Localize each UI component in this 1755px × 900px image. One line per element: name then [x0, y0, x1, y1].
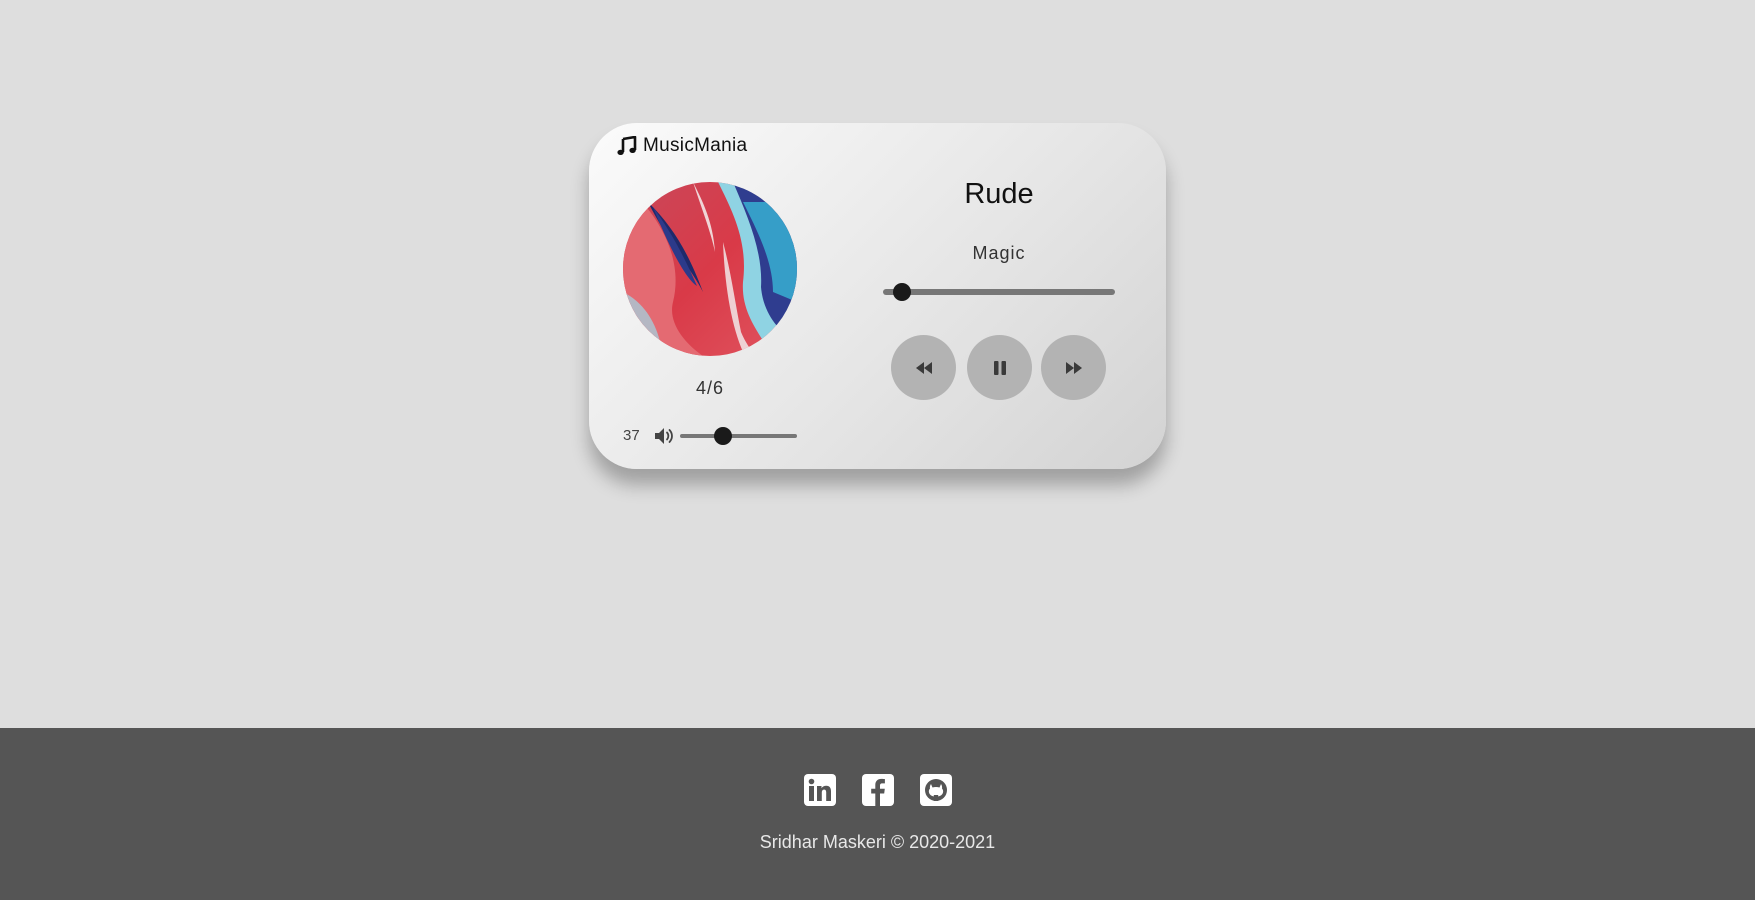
linkedin-link[interactable]: [803, 774, 836, 806]
social-links: [0, 774, 1755, 806]
progress-slider[interactable]: [883, 289, 1115, 295]
music-player-card: MusicMania 4/6 37 Rude Magic: [589, 123, 1166, 469]
album-art: [623, 182, 797, 356]
previous-button[interactable]: [891, 335, 956, 400]
facebook-icon: [861, 774, 894, 806]
volume-control: 37: [623, 424, 803, 448]
volume-up-icon[interactable]: [653, 426, 675, 446]
forward-icon: [1065, 361, 1082, 374]
volume-slider[interactable]: [680, 434, 797, 438]
page: MusicMania 4/6 37 Rude Magic Sridhar Mas…: [0, 0, 1755, 900]
music-note-icon: [617, 136, 637, 155]
volume-value: 37: [623, 427, 640, 444]
facebook-link[interactable]: [861, 774, 894, 806]
song-artist: Magic: [972, 243, 1026, 263]
pause-button[interactable]: [967, 335, 1032, 400]
song-title: Rude: [964, 178, 1034, 210]
volume-slider-thumb[interactable]: [714, 427, 733, 445]
github-icon: [919, 774, 952, 806]
next-button[interactable]: [1041, 335, 1106, 400]
brand: MusicMania: [617, 135, 747, 157]
main-area: MusicMania 4/6 37 Rude Magic: [0, 0, 1755, 728]
footer-credit: Sridhar Maskeri © 2020-2021: [759, 832, 996, 852]
github-link[interactable]: [919, 774, 952, 806]
pause-icon: [993, 360, 1006, 375]
footer: Sridhar Maskeri © 2020-2021: [0, 728, 1755, 900]
progress-slider-thumb[interactable]: [892, 283, 911, 301]
linkedin-icon: [803, 774, 836, 806]
backward-icon: [915, 361, 932, 374]
track-counter: 4/6: [695, 378, 725, 398]
app-name: MusicMania: [643, 135, 748, 156]
